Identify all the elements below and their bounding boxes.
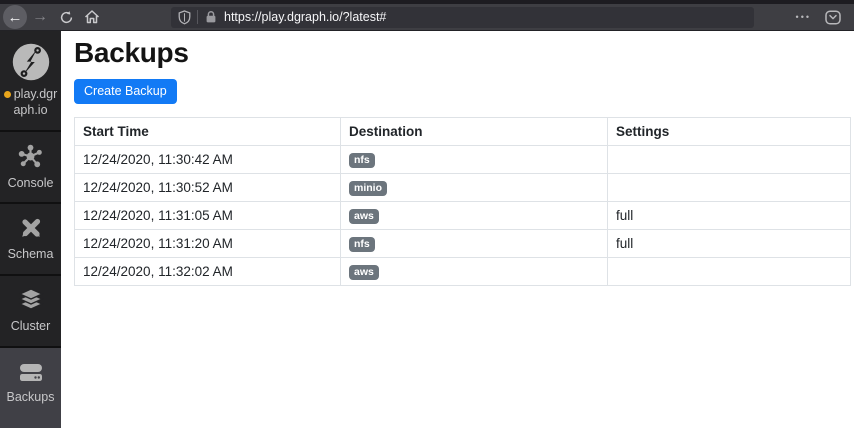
- sidebar-item-backups[interactable]: Backups: [0, 348, 61, 428]
- settings-cell: [607, 257, 851, 286]
- destination-badge: nfs: [349, 152, 375, 169]
- back-button[interactable]: ←: [3, 5, 27, 29]
- sidebar-item-label: Cluster: [10, 319, 51, 334]
- create-backup-button[interactable]: Create Backup: [74, 79, 177, 104]
- column-header-start-time: Start Time: [74, 117, 341, 146]
- settings-cell: full: [607, 229, 851, 258]
- table-header-row: Start Time Destination Settings: [74, 117, 851, 146]
- home-button[interactable]: [79, 5, 105, 29]
- lock-icon: [206, 11, 216, 23]
- sidebar-item-schema[interactable]: Schema: [0, 204, 61, 276]
- destination-cell: nfs: [340, 229, 608, 258]
- destination-badge: nfs: [349, 236, 375, 253]
- dgraph-logo-icon: [12, 43, 49, 80]
- forward-arrow-icon: →: [32, 8, 48, 25]
- start-time-cell: 12/24/2020, 11:30:42 AM: [74, 145, 341, 174]
- table-row: 12/24/2020, 11:31:05 AM aws full: [74, 201, 851, 230]
- sidebar-item-server-connection[interactable]: play.dgraph.io: [0, 31, 61, 132]
- browser-toolbar: ← → https://play.dgraph.io/?latest# •••: [0, 4, 854, 31]
- table-row: 12/24/2020, 11:32:02 AM aws: [74, 257, 851, 286]
- destination-cell: aws: [340, 201, 608, 230]
- sidebar-item-cluster[interactable]: Cluster: [0, 276, 61, 348]
- table-row: 12/24/2020, 11:30:52 AM minio: [74, 173, 851, 202]
- refresh-button[interactable]: [53, 5, 79, 29]
- sidebar-item-label: Console: [7, 175, 54, 190]
- cluster-layers-icon: [17, 288, 44, 311]
- forward-button[interactable]: →: [27, 5, 53, 29]
- sidebar-item-label: Schema: [7, 247, 54, 262]
- settings-cell: full: [607, 201, 851, 230]
- home-icon: [84, 10, 100, 24]
- sidebar-item-console[interactable]: Console: [0, 132, 61, 204]
- table-row: 12/24/2020, 11:30:42 AM nfs: [74, 145, 851, 174]
- table-row: 12/24/2020, 11:31:20 AM nfs full: [74, 229, 851, 258]
- backups-drive-icon: [19, 364, 42, 381]
- destination-badge: minio: [349, 180, 387, 197]
- settings-cell: [607, 145, 851, 174]
- settings-cell: [607, 173, 851, 202]
- start-time-cell: 12/24/2020, 11:32:02 AM: [74, 257, 341, 286]
- main-content: Backups Create Backup Start Time Destina…: [61, 31, 854, 428]
- sidebar-item-label: Backups: [6, 390, 55, 404]
- page-actions-menu-button[interactable]: •••: [796, 12, 811, 22]
- destination-cell: minio: [340, 173, 608, 202]
- urlbar-separator: [197, 10, 198, 24]
- refresh-icon: [60, 10, 72, 23]
- url-text[interactable]: https://play.dgraph.io/?latest#: [224, 10, 386, 24]
- sidebar: play.dgraph.io Console Schema Cluster Ba…: [0, 31, 61, 428]
- destination-badge: aws: [349, 264, 379, 281]
- connection-status-dot: [3, 90, 11, 98]
- sidebar-item-label: play.dgraph.io: [3, 86, 58, 119]
- column-header-destination: Destination: [340, 117, 608, 146]
- tracking-protection-shield-icon[interactable]: [178, 9, 191, 25]
- column-header-settings: Settings: [607, 117, 851, 146]
- start-time-cell: 12/24/2020, 11:30:52 AM: [74, 173, 341, 202]
- start-time-cell: 12/24/2020, 11:31:05 AM: [74, 201, 341, 230]
- server-address-label: play.dgraph.io: [13, 86, 58, 117]
- url-bar[interactable]: https://play.dgraph.io/?latest#: [171, 6, 754, 28]
- back-arrow-icon: ←: [7, 8, 23, 26]
- pocket-save-icon[interactable]: [825, 9, 841, 25]
- destination-badge: aws: [349, 208, 379, 225]
- backups-table: Start Time Destination Settings 12/24/20…: [74, 117, 851, 286]
- destination-cell: nfs: [340, 145, 608, 174]
- console-graph-icon: [18, 144, 42, 168]
- start-time-cell: 12/24/2020, 11:31:20 AM: [74, 229, 341, 258]
- schema-pencils-icon: [21, 219, 40, 238]
- destination-cell: aws: [340, 257, 608, 286]
- page-title: Backups: [74, 37, 189, 68]
